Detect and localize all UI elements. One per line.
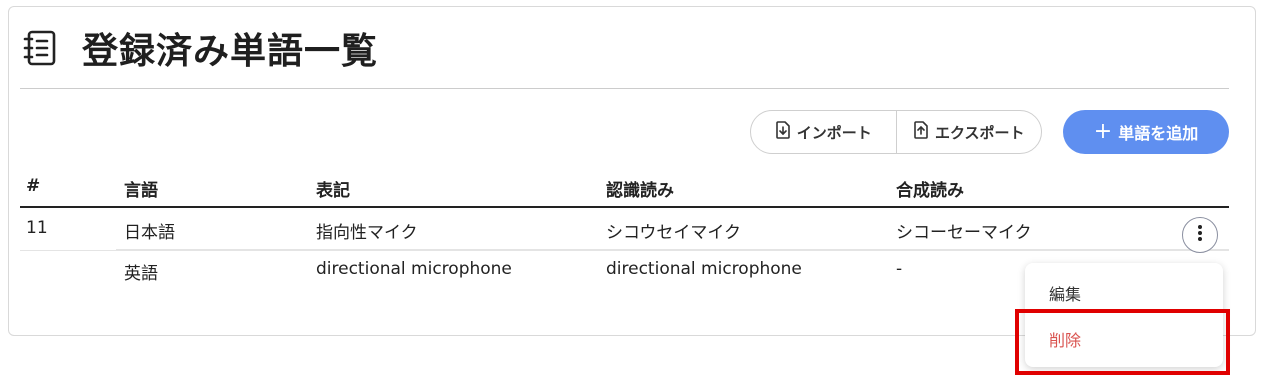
column-header-synthesis: 合成読み: [896, 181, 964, 201]
header-divider: [20, 88, 1229, 89]
add-word-button[interactable]: + 単語を追加: [1063, 110, 1229, 154]
cell-surface: 指向性マイク: [316, 223, 418, 243]
book-list-icon: [20, 28, 60, 68]
cell-recognition: シコウセイマイク: [606, 223, 741, 243]
import-button[interactable]: インポート: [751, 111, 896, 153]
cell-synthesis: -: [896, 259, 903, 279]
menu-item-edit[interactable]: 編集: [1049, 281, 1081, 305]
menu-item-delete[interactable]: 削除: [1049, 327, 1081, 351]
import-button-label: インポート: [796, 123, 872, 142]
import-export-group: インポート エクスポート: [750, 110, 1042, 154]
table-row: 11 日本語 指向性マイク シコウセイマイク シコーセーマイク: [20, 208, 1229, 250]
column-header-recognition: 認識読み: [606, 181, 674, 201]
row-actions-button[interactable]: [1182, 217, 1218, 253]
cell-recognition: directional microphone: [606, 259, 802, 279]
row-actions-menu: 編集 削除: [1025, 263, 1223, 367]
more-vertical-icon: [1197, 224, 1203, 246]
cell-surface: directional microphone: [316, 259, 512, 279]
export-button-label: エクスポート: [934, 123, 1025, 142]
file-export-icon: [913, 121, 935, 143]
add-word-button-label: 単語を追加: [1118, 124, 1199, 143]
page-header: 登録済み単語一覧: [20, 20, 378, 76]
export-button[interactable]: エクスポート: [895, 111, 1042, 153]
column-header-language: 言語: [124, 181, 158, 201]
entry-number: 11: [26, 218, 48, 238]
cell-language: 日本語: [124, 223, 175, 243]
page-title: 登録済み単語一覧: [82, 31, 379, 72]
file-import-icon: [775, 121, 797, 143]
column-header-surface: 表記: [316, 181, 350, 201]
table-header: # 言語 表記 認識読み 合成読み: [20, 168, 1229, 208]
plus-icon: +: [1093, 119, 1113, 144]
cell-synthesis: シコーセーマイク: [896, 223, 1032, 243]
column-header-number: #: [26, 176, 41, 196]
cell-language: 英語: [124, 264, 158, 284]
table-row-divider: [20, 250, 1229, 251]
